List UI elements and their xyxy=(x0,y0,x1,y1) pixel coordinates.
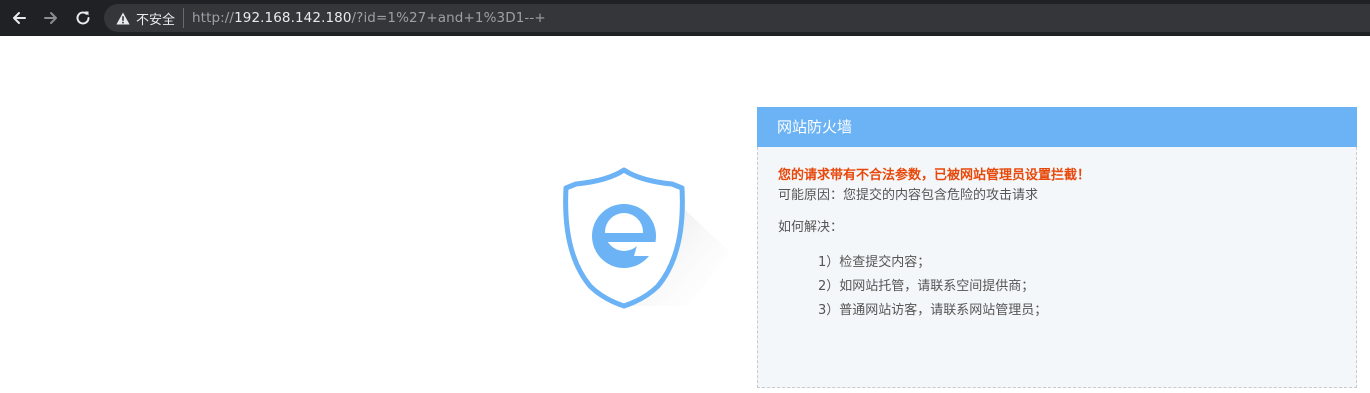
forward-button[interactable] xyxy=(36,3,66,33)
url-host: 192.168.142.180 xyxy=(234,10,352,26)
url-text[interactable]: http://192.168.142.180/?id=1%27+and+1%3D… xyxy=(192,10,546,26)
reload-icon xyxy=(76,11,90,25)
firewall-panel: 网站防火墙 您的请求带有不合法参数，已被网站管理员设置拦截！ 可能原因：您提交的… xyxy=(757,107,1357,388)
url-path-query: /?id=1%27+and+1%3D1--+ xyxy=(351,10,546,26)
step-item: 1）检查提交内容； xyxy=(818,255,931,270)
panel-body: 您的请求带有不合法参数，已被网站管理员设置拦截！ 可能原因：您提交的内容包含危险… xyxy=(757,147,1357,388)
how-to-resolve-title: 如何解决： xyxy=(778,220,844,235)
step-item: 2）如网站托管，请联系空间提供商； xyxy=(818,279,1035,294)
step-item: 3）普通网站访客，请联系网站管理员； xyxy=(818,303,1048,318)
warning-icon xyxy=(116,12,130,24)
shield-e-logo xyxy=(548,164,738,314)
security-indicator[interactable]: 不安全 xyxy=(116,8,185,28)
back-button[interactable] xyxy=(4,3,34,33)
forward-arrow-icon xyxy=(44,12,57,24)
address-bar[interactable]: 不安全 http://192.168.142.180/?id=1%27+and+… xyxy=(104,4,1370,32)
panel-title: 网站防火墙 xyxy=(757,107,1357,147)
back-arrow-icon xyxy=(13,12,26,24)
resolution-steps: 1）检查提交内容； 2）如网站托管，请联系空间提供商； 3）普通网站访客，请联系… xyxy=(778,251,1356,323)
url-scheme: http:// xyxy=(192,10,235,26)
browser-toolbar: 不安全 http://192.168.142.180/?id=1%27+and+… xyxy=(0,0,1370,36)
reload-button[interactable] xyxy=(68,3,98,33)
shield-e-icon xyxy=(563,167,730,309)
security-label: 不安全 xyxy=(136,12,176,28)
block-warning: 您的请求带有不合法参数，已被网站管理员设置拦截！ xyxy=(778,168,1091,183)
block-reason: 可能原因：您提交的内容包含危险的攻击请求 xyxy=(778,188,1039,203)
